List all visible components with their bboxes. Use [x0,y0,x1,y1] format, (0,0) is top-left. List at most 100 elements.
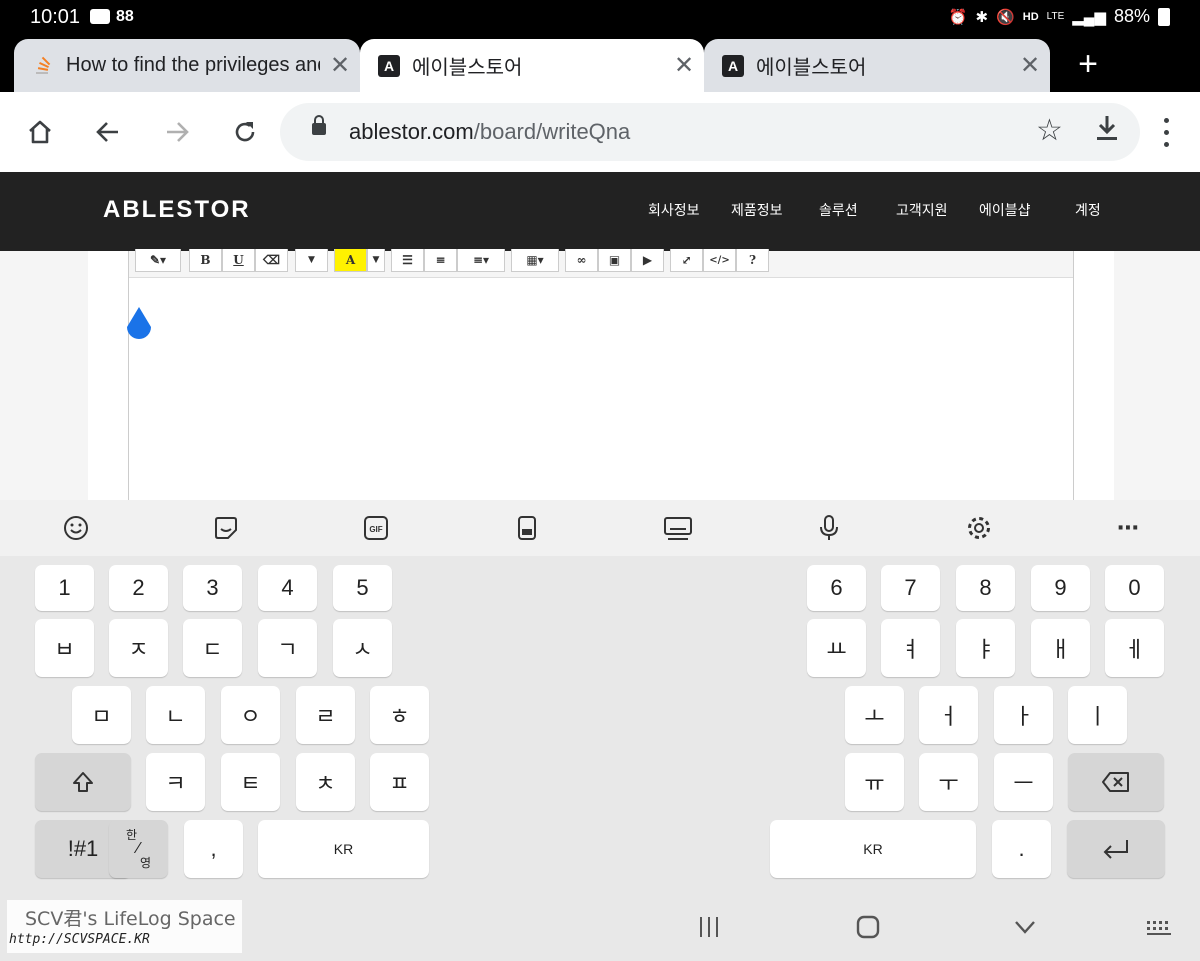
url-text[interactable]: ablestor.com/board/writeQna [349,119,630,145]
keyboard-mode-icon[interactable] [662,512,694,544]
key-0[interactable]: 0 [1105,565,1164,611]
shift-key[interactable] [35,753,131,811]
key-consonant[interactable]: ㅎ [370,686,429,744]
keyboard-switch-icon[interactable] [1145,914,1173,946]
key-consonant[interactable]: ㅈ [109,619,168,677]
text-color-button[interactable]: A [334,249,367,272]
key-consonant[interactable]: ㅌ [221,753,280,811]
key-vowel[interactable]: ㅛ [807,619,866,677]
key-5[interactable]: 5 [333,565,392,611]
key-3[interactable]: 3 [183,565,242,611]
tab-stackoverflow[interactable]: How to find the privileges and ✕ [14,39,360,92]
nav-company[interactable]: 회사정보 [648,200,700,220]
key-vowel[interactable]: ㅣ [1068,686,1127,744]
enter-key[interactable] [1067,820,1165,878]
lang-bottom-label: 영 [139,856,152,870]
nav-support[interactable]: 고객지원 [896,200,948,220]
bullet-list-icon[interactable]: ☰ [391,249,424,272]
key-consonant[interactable]: ㄱ [258,619,317,677]
key-consonant[interactable]: ㅅ [333,619,392,677]
space-key-right[interactable]: KR [770,820,976,878]
key-9[interactable]: 9 [1031,565,1090,611]
space-key-left[interactable]: KR [258,820,429,878]
bookmark-star-icon[interactable]: ☆ [1036,113,1063,148]
key-8[interactable]: 8 [956,565,1015,611]
close-tab-icon[interactable]: ✕ [320,51,360,80]
key-consonant[interactable]: ㅍ [370,753,429,811]
tab-ablestor[interactable]: A 에이블스토어 ✕ [704,39,1050,92]
help-button[interactable]: ? [736,249,769,272]
home-nav-icon[interactable] [855,914,881,947]
key-consonant[interactable]: ㄹ [296,686,355,744]
key-consonant[interactable]: ㅁ [72,686,131,744]
key-1[interactable]: 1 [35,565,94,611]
video-icon[interactable]: ▶ [631,249,664,272]
key-consonant[interactable]: ㅋ [146,753,205,811]
underline-button[interactable]: U [222,249,255,272]
key-vowel[interactable]: ㅐ [1031,619,1090,677]
style-magic-icon[interactable]: ✎▾ [135,249,181,272]
key-vowel[interactable]: ㅕ [881,619,940,677]
backspace-key[interactable] [1068,753,1164,811]
period-key[interactable]: . [992,820,1051,878]
key-vowel[interactable]: ㅡ [994,753,1053,811]
eraser-icon[interactable]: ⌫ [255,249,288,272]
key-consonant[interactable]: ㄴ [146,686,205,744]
key-4[interactable]: 4 [258,565,317,611]
key-consonant[interactable]: ㅊ [296,753,355,811]
new-tab-button[interactable]: + [1068,44,1108,84]
key-consonant[interactable]: ㄷ [183,619,242,677]
align-icon[interactable]: ≡▾ [457,249,505,272]
close-tab-icon[interactable]: ✕ [664,51,704,80]
more-menu-button[interactable] [1154,114,1178,150]
address-bar[interactable]: ablestor.com/board/writeQna ☆ [280,103,1140,161]
settings-gear-icon[interactable] [963,512,995,544]
close-tab-icon[interactable]: ✕ [1010,51,1050,80]
status-bar: 10:01 88 ⏰ ✱ 🔇 HD LTE ▂▄▆ 88% [0,0,1200,36]
more-options-icon[interactable]: ⋯ [1112,512,1144,544]
key-vowel[interactable]: ㅜ [919,753,978,811]
key-vowel[interactable]: ㅏ [994,686,1053,744]
comma-key[interactable]: , [184,820,243,878]
key-6[interactable]: 6 [807,565,866,611]
nav-shop[interactable]: 에이블샵 [979,200,1031,220]
home-button[interactable] [18,110,62,154]
tab-ablestor-active[interactable]: A 에이블스토어 ✕ [360,39,704,92]
gif-icon[interactable]: GIF [360,512,392,544]
key-vowel[interactable]: ㅗ [845,686,904,744]
bold-button[interactable]: B [189,249,222,272]
recent-apps-icon[interactable] [697,914,721,947]
back-button[interactable] [86,110,130,154]
key-consonant[interactable]: ㅂ [35,619,94,677]
fullscreen-icon[interactable]: ⤢ [670,249,703,272]
key-vowel[interactable]: ㅔ [1105,619,1164,677]
reload-button[interactable] [223,110,267,154]
one-hand-keyboard-icon[interactable] [511,512,543,544]
ablestor-logo[interactable]: ABLESTOR [103,196,251,224]
numbered-list-icon[interactable]: ≡ [424,249,457,272]
mute-icon: 🔇 [996,8,1015,26]
sticker-icon[interactable] [210,512,242,544]
nav-account[interactable]: 계정 [1075,200,1101,220]
key-2[interactable]: 2 [109,565,168,611]
key-consonant[interactable]: ㅇ [221,686,280,744]
link-icon[interactable]: ∞ [565,249,598,272]
key-vowel[interactable]: ㅠ [845,753,904,811]
nav-products[interactable]: 제품정보 [731,200,783,220]
nav-solutions[interactable]: 솔루션 [819,200,858,220]
code-view-icon[interactable]: </> [703,249,736,272]
color-dropdown-icon[interactable]: ▼ [367,249,385,272]
language-switch-key[interactable]: 한 ⁄ 영 [109,820,168,878]
font-dropdown-icon[interactable]: ▼ [295,249,328,272]
download-icon[interactable] [1094,113,1120,150]
key-vowel[interactable]: ㅑ [956,619,1015,677]
key-vowel[interactable]: ㅓ [919,686,978,744]
hide-keyboard-icon[interactable] [1012,914,1038,947]
microphone-icon[interactable] [813,512,845,544]
forward-button[interactable] [155,110,199,154]
table-icon[interactable]: ▦▾ [511,249,559,272]
image-icon[interactable]: ▣ [598,249,631,272]
key-7[interactable]: 7 [881,565,940,611]
text-cursor-handle-icon[interactable] [125,307,153,341]
emoji-icon[interactable] [60,512,92,544]
